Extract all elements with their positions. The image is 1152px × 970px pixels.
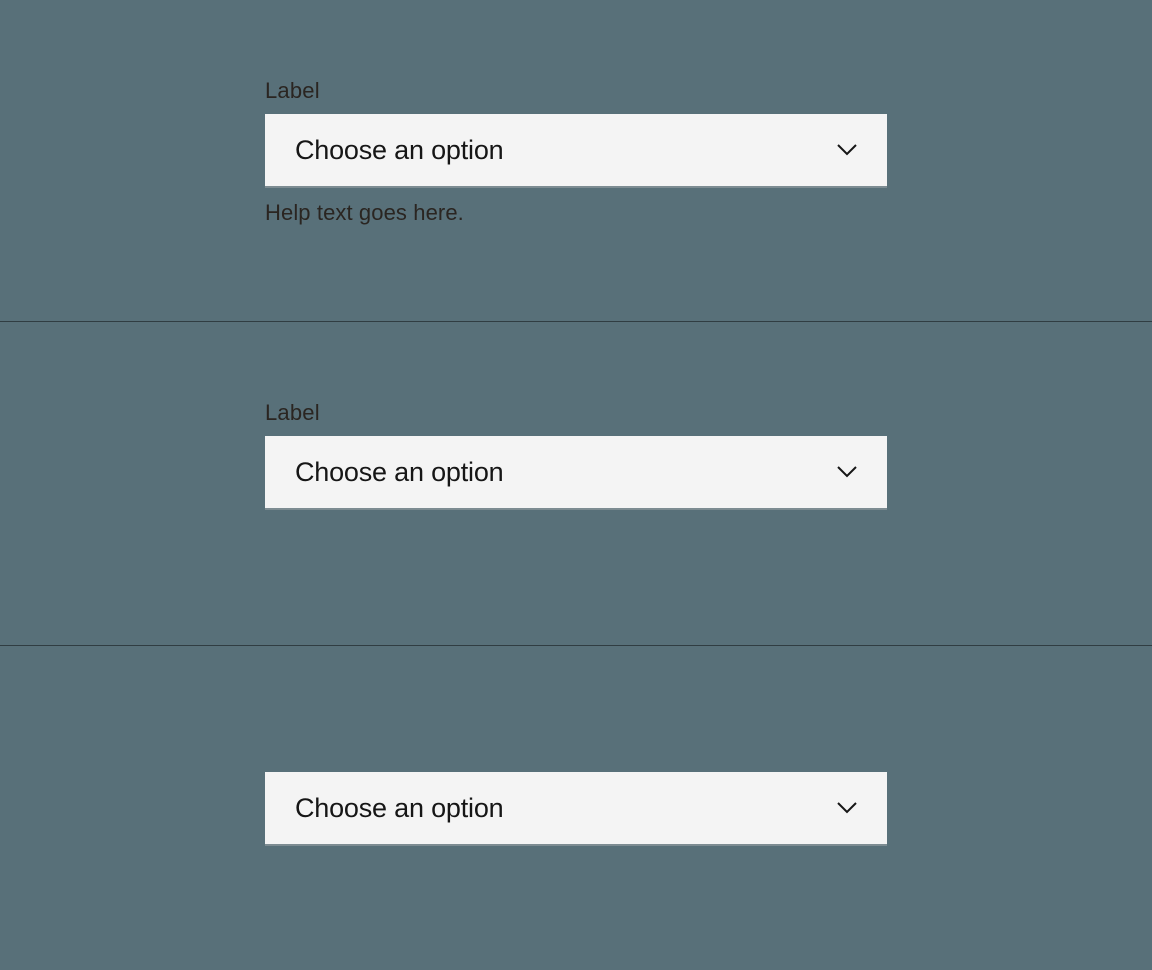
dropdown-select[interactable]: Choose an option xyxy=(265,436,887,510)
chevron-down-icon xyxy=(837,466,857,478)
field-wrapper: Choose an option xyxy=(265,772,887,846)
field-label: Label xyxy=(265,78,887,104)
field-help-text: Help text goes here. xyxy=(265,200,887,226)
dropdown-example-no-help: Label Choose an option xyxy=(0,322,1152,646)
dropdown-example-no-label: Choose an option xyxy=(0,646,1152,970)
chevron-down-icon xyxy=(837,802,857,814)
dropdown-select[interactable]: Choose an option xyxy=(265,114,887,188)
chevron-down-icon xyxy=(837,144,857,156)
field-wrapper: Label Choose an option Help text goes he… xyxy=(265,78,887,226)
field-label: Label xyxy=(265,400,887,426)
dropdown-placeholder: Choose an option xyxy=(295,457,503,488)
dropdown-example-with-help: Label Choose an option Help text goes he… xyxy=(0,0,1152,322)
dropdown-placeholder: Choose an option xyxy=(295,793,503,824)
field-wrapper: Label Choose an option xyxy=(265,400,887,510)
dropdown-select[interactable]: Choose an option xyxy=(265,772,887,846)
dropdown-placeholder: Choose an option xyxy=(295,135,503,166)
